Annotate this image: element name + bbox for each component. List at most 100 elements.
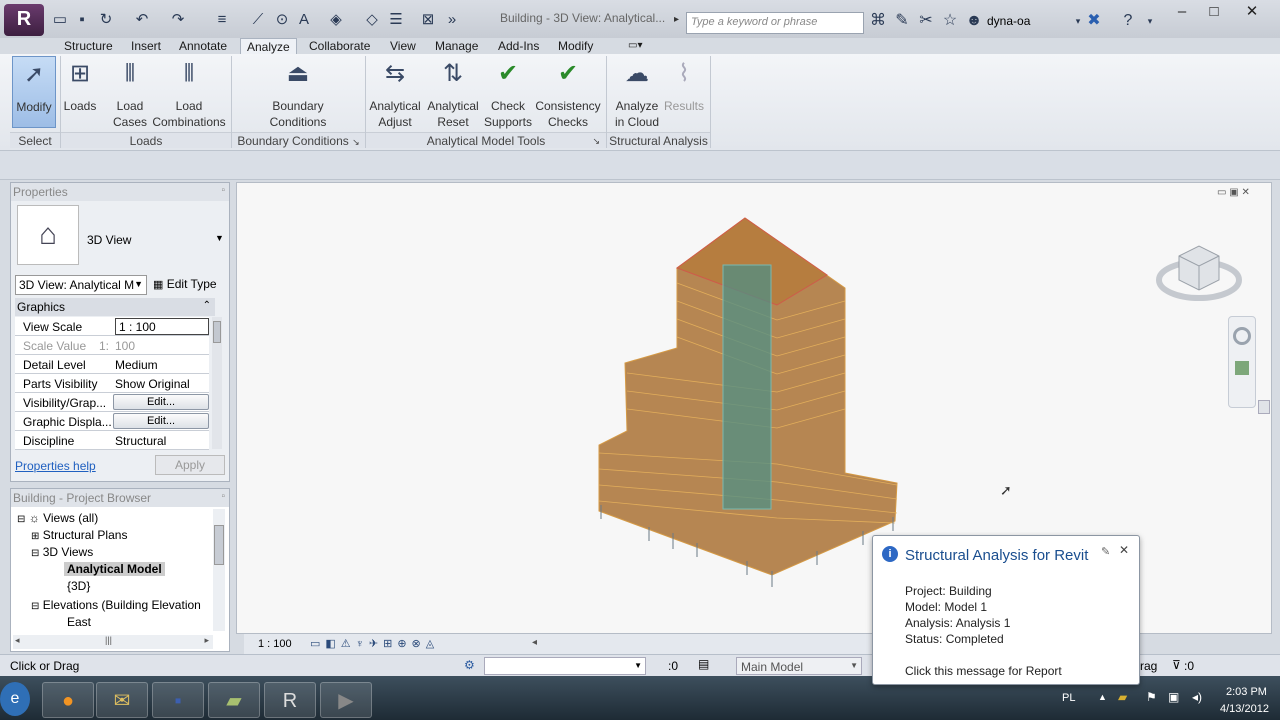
analytical-reset-button[interactable]: ⇅ Analytical Reset (424, 56, 482, 129)
type-name[interactable]: 3D View (87, 233, 131, 247)
tray-expand-icon[interactable]: ▲ (1098, 692, 1107, 702)
tab-analyze[interactable]: Analyze (240, 38, 297, 54)
maximize-button[interactable]: □ (1198, 2, 1230, 22)
close-hidden-icon[interactable]: ⊠ (418, 10, 438, 30)
section-icon[interactable]: ◇ (362, 10, 382, 30)
analytical-adjust-button[interactable]: ⇆ Analytical Adjust (366, 56, 424, 129)
edit-type-button[interactable]: ▦ Edit Type (153, 277, 217, 291)
exchange-icon[interactable]: ✖ (1084, 10, 1104, 32)
ribbon-minimize-icon[interactable]: ▭▾ (628, 38, 642, 54)
tree-node-3d[interactable]: {3D} (67, 579, 90, 593)
tree-node-analytical-model[interactable]: Analytical Model (64, 562, 165, 576)
analysis-notification[interactable]: i Structural Analysis for Revit ✎ ✕ Proj… (872, 535, 1140, 685)
browser-hscrollbar[interactable]: ◂ ||| ▸ (13, 635, 213, 649)
search-input[interactable]: Type a keyword or phrase (686, 12, 864, 34)
properties-scrollbar[interactable] (212, 317, 222, 449)
robot-structural-icon[interactable]: ▶ (320, 682, 372, 718)
consistency-checks-button[interactable]: ✔ Consistency Checks (534, 56, 602, 129)
graphics-group-header[interactable]: Graphics ⌃ (15, 298, 215, 316)
measure-icon[interactable]: ≡ (212, 10, 232, 30)
app-menu-button[interactable]: R (4, 4, 44, 36)
panel-launcher-icon[interactable]: ↘ (352, 137, 360, 147)
results-button[interactable]: ⌇ Results (662, 56, 706, 128)
undo-icon[interactable]: ↶ (132, 10, 152, 30)
view-control-icons[interactable]: ▭◧⚠♆✈⊞⊕⊗◬ (310, 637, 439, 650)
open-icon[interactable]: ▭ (50, 10, 70, 30)
boundary-conditions-button[interactable]: ⏏ Boundary Conditions (264, 56, 332, 129)
close-button[interactable]: ✕ (1236, 2, 1268, 22)
binoculars-icon[interactable]: ⌘ (868, 10, 888, 32)
view-scale-input[interactable]: 1 : 100 (115, 318, 209, 335)
flag-icon[interactable]: ⚑ (1146, 690, 1157, 704)
parts-visibility-value[interactable]: Show Original (115, 377, 209, 391)
discipline-value[interactable]: Structural (115, 434, 209, 448)
scrollbar-thumb[interactable] (214, 525, 224, 565)
ie-icon[interactable]: e (0, 682, 30, 716)
load-cases-button[interactable]: ⫴ Load Cases (108, 56, 152, 129)
detail-level-value[interactable]: Medium (115, 358, 209, 372)
analyze-in-cloud-button[interactable]: ☁ Analyze in Cloud (610, 56, 664, 129)
load-combinations-button[interactable]: ⫴ Load Combinations (150, 56, 228, 129)
properties-help-link[interactable]: Properties help (15, 459, 96, 473)
check-supports-button[interactable]: ✔ Check Supports (482, 56, 534, 129)
scroll-left-icon[interactable]: ◂ (15, 635, 20, 646)
view-scale-label[interactable]: 1 : 100 (258, 638, 292, 650)
username[interactable]: dyna-oa (987, 14, 1067, 28)
panel-launcher-icon[interactable]: ↘ (592, 133, 600, 149)
expand-arrow-icon[interactable]: ▸ (674, 14, 679, 25)
close-icon[interactable]: ✕ (1119, 543, 1129, 557)
customize-qat-icon[interactable]: » (442, 10, 462, 30)
apply-button[interactable]: Apply (155, 455, 225, 475)
tab-manage[interactable]: Manage (435, 38, 478, 54)
tab-add-ins[interactable]: Add-Ins (498, 38, 539, 54)
network-icon[interactable]: ▣ (1168, 690, 1179, 704)
tab-structure[interactable]: Structure (64, 38, 113, 54)
redo-icon[interactable]: ↷ (168, 10, 188, 30)
collapse-icon[interactable]: ⊟ (31, 548, 39, 559)
tray-app-icon[interactable]: ▰ (1118, 690, 1127, 704)
help-dropdown-icon[interactable]: ▾ (1140, 10, 1160, 32)
tab-annotate[interactable]: Annotate (179, 38, 227, 54)
loads-button[interactable]: ⊞ Loads (62, 56, 98, 128)
user-icon[interactable]: ☻ (964, 10, 984, 32)
scroll-right-icon[interactable]: ▸ (204, 635, 209, 646)
workset-dropdown[interactable]: ▼ (484, 657, 646, 675)
clock-time[interactable]: 2:03 PM (1226, 686, 1267, 698)
collapse-icon[interactable]: ⊟ (31, 601, 39, 612)
zoom-icon[interactable] (1235, 361, 1249, 375)
view-window-controls[interactable]: ▭ ▣ ✕ (1217, 187, 1250, 198)
minimize-button[interactable]: – (1166, 2, 1198, 22)
palette-close-icon[interactable]: ▫ (221, 185, 225, 196)
wrench-icon[interactable]: ✎ (1101, 545, 1110, 558)
tab-modify[interactable]: Modify (558, 38, 593, 54)
3d-view-icon[interactable]: ◈ (326, 10, 346, 30)
tree-node-views-all[interactable]: ⊟ ☼ Views (all) (17, 511, 98, 525)
view-instance-selector[interactable]: 3D View: Analytical M ▼ (15, 275, 147, 295)
tree-node-east[interactable]: East (67, 615, 91, 629)
filter-icon[interactable]: ⊽ (1172, 658, 1181, 672)
viewport-scroll-thumb[interactable] (1258, 400, 1270, 414)
text-icon[interactable]: A (294, 10, 314, 30)
design-options-icon[interactable]: ▤ (698, 657, 709, 671)
subscription-icon[interactable]: ✎ (892, 10, 912, 32)
scrollbar-thumb[interactable] (213, 321, 221, 343)
tab-view[interactable]: View (390, 38, 416, 54)
tree-node-structural-plans[interactable]: ⊞ Structural Plans (31, 528, 127, 542)
graphic-display-edit-button[interactable]: Edit... (113, 413, 209, 429)
worksharing-icon[interactable]: ⚙ (464, 658, 475, 672)
save-icon[interactable]: ▪ (72, 10, 92, 30)
communication-icon[interactable]: ✂ (916, 10, 936, 32)
palette-close-icon[interactable]: ▫ (221, 491, 225, 502)
expand-icon[interactable]: ⊞ (31, 531, 39, 542)
thin-lines-icon[interactable]: ☰ (386, 10, 406, 30)
dimension-icon[interactable]: ⟋ (248, 10, 268, 30)
type-dropdown-icon[interactable]: ▼ (215, 233, 224, 243)
design-option-dropdown[interactable]: Main Model ▼ (736, 657, 862, 675)
revit-taskbar-icon[interactable]: R (264, 682, 316, 718)
browser-scrollbar[interactable] (213, 509, 225, 631)
collapse-icon[interactable]: ⊟ (17, 514, 25, 525)
help-icon[interactable]: ? (1118, 10, 1138, 32)
tab-insert[interactable]: Insert (131, 38, 161, 54)
tab-collaborate[interactable]: Collaborate (309, 38, 370, 54)
panel-select-label[interactable]: Select (10, 132, 60, 148)
